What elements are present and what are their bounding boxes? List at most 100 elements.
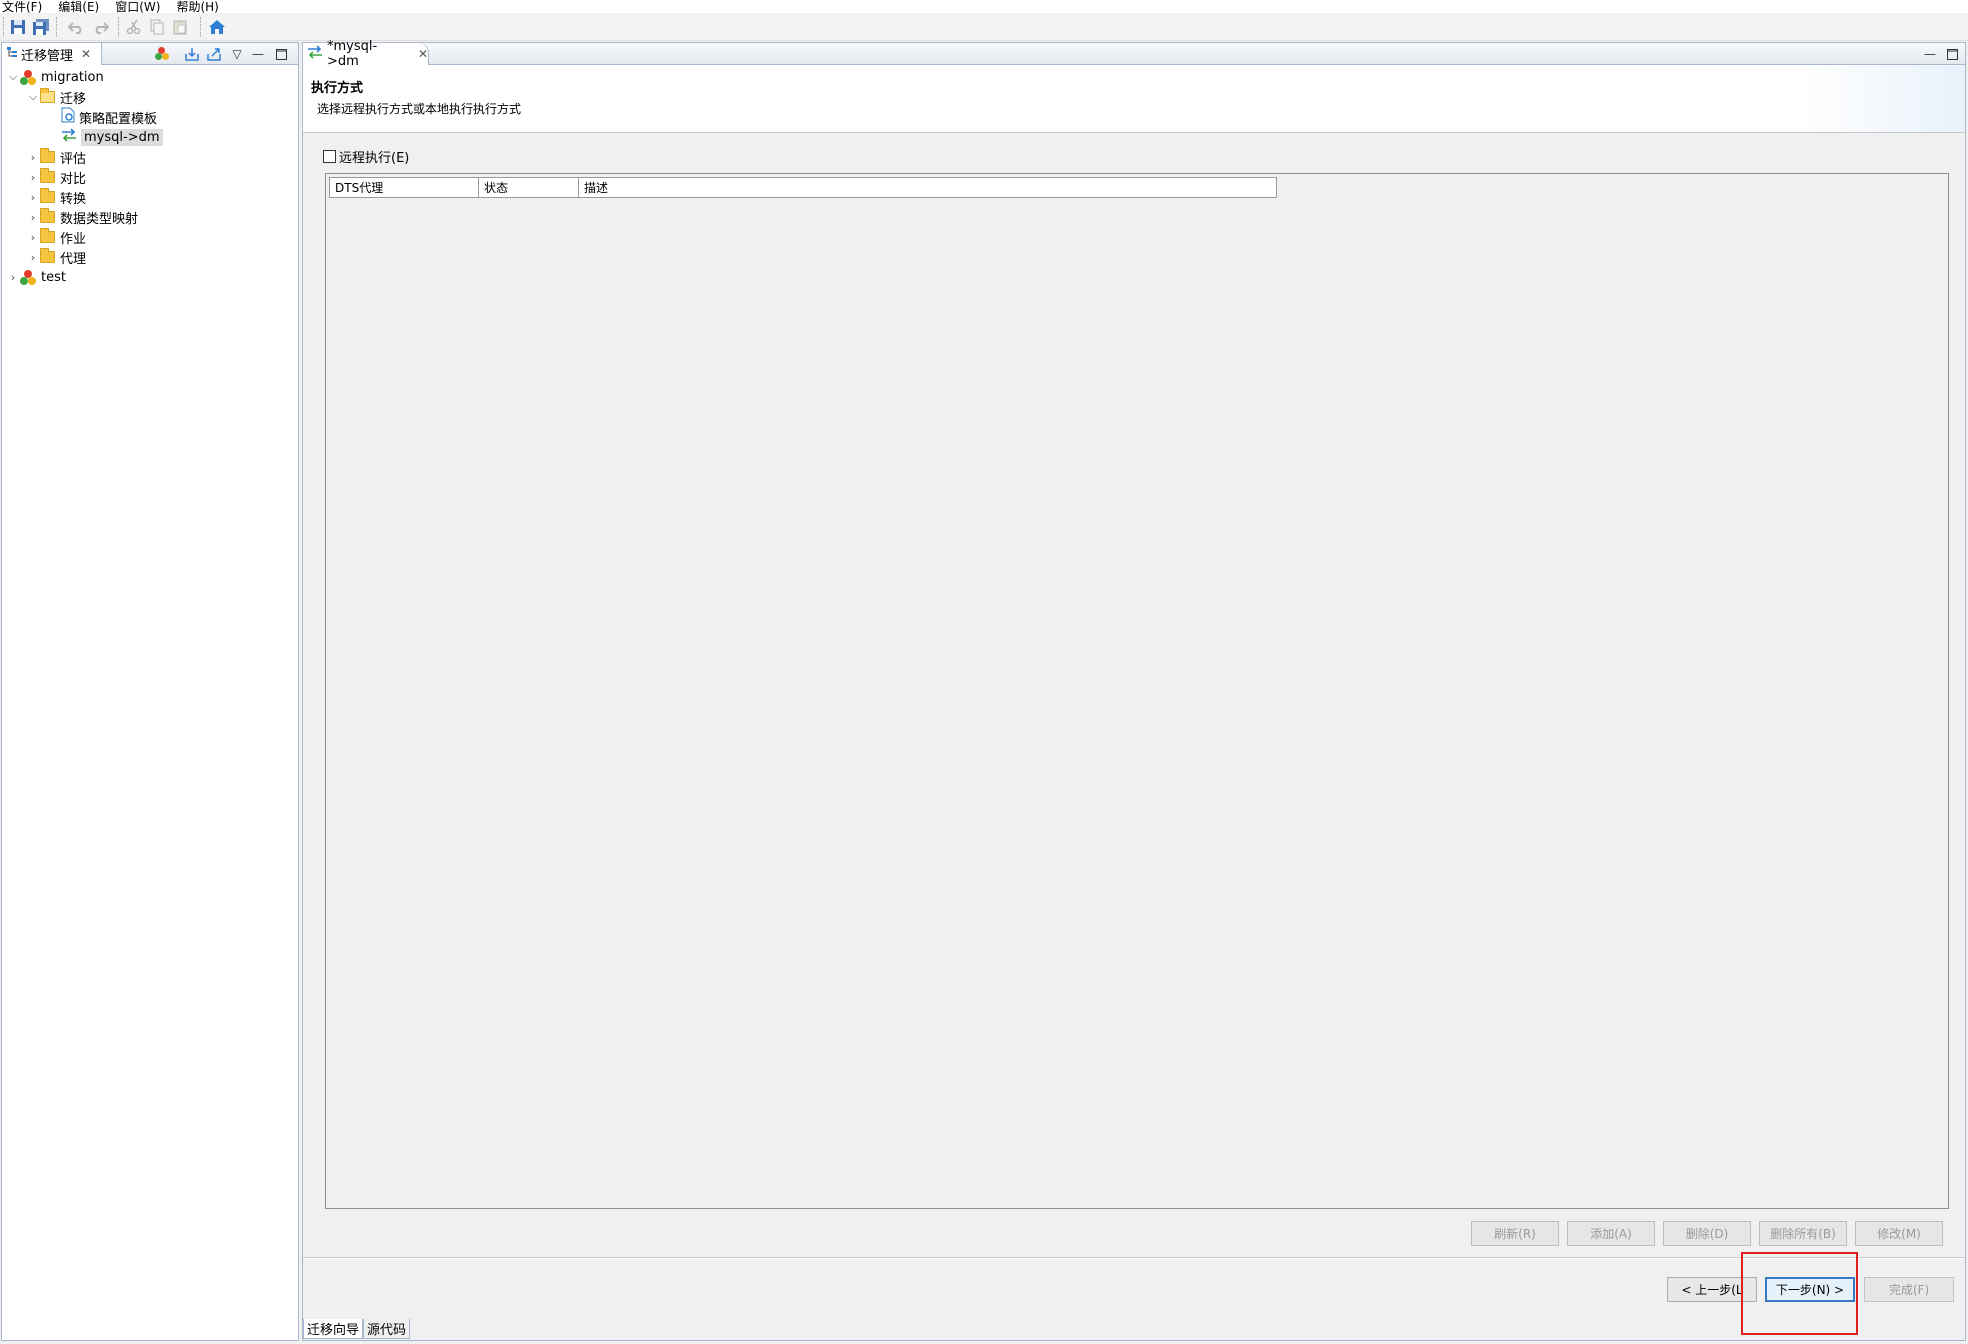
menu-edit[interactable]: 编辑(E) <box>58 1 99 13</box>
tree-node-label: test <box>41 269 66 285</box>
undo-icon[interactable] <box>66 17 86 37</box>
tree-node-label: 作业 <box>60 231 87 247</box>
save-icon[interactable] <box>8 17 28 37</box>
project-icon <box>20 269 36 285</box>
folder-icon <box>40 228 55 243</box>
chevron-right-icon[interactable]: › <box>26 251 40 264</box>
column-header-description[interactable]: 描述 <box>579 177 1277 198</box>
add-button[interactable]: 添加(A) <box>1567 1221 1655 1246</box>
toolbar-separator <box>200 17 201 37</box>
delete-all-button[interactable]: 删除所有(B) <box>1759 1221 1847 1246</box>
save-all-icon[interactable] <box>31 17 51 37</box>
menu-window[interactable]: 窗口(W) <box>115 1 160 13</box>
tree-node-label: 对比 <box>60 171 87 187</box>
tree-node-evaluate[interactable]: › 评估 <box>26 147 86 167</box>
folder-open-icon <box>40 88 55 103</box>
column-header-dts-agent[interactable]: DTS代理 <box>329 177 479 198</box>
tree-node-agents[interactable]: › 代理 <box>26 247 86 267</box>
editor-tab-bar: *mysql->dm ✕ — <box>303 39 1965 69</box>
chevron-right-icon[interactable]: › <box>6 271 20 284</box>
tree-node-convert[interactable]: › 转换 <box>26 187 86 207</box>
folder-icon <box>40 208 55 223</box>
chevron-down-icon[interactable]: ⌵ <box>26 90 40 104</box>
import-icon[interactable] <box>183 45 201 63</box>
template-file-icon <box>61 107 75 127</box>
tree-node-migrate-folder[interactable]: ⌵ 迁移 <box>26 87 86 107</box>
chevron-right-icon[interactable]: › <box>26 211 40 224</box>
menu-help[interactable]: 帮助(H) <box>176 1 218 13</box>
migration-wizard-editor: *mysql->dm ✕ — 执行方式 选择远程执行方式或本地执行执行方式 远程… <box>302 39 1966 1341</box>
chevron-down-icon[interactable]: ⌵ <box>6 70 20 84</box>
folder-icon <box>40 168 55 183</box>
copy-icon[interactable] <box>147 17 167 37</box>
paste-icon[interactable] <box>170 17 190 37</box>
migration-job-icon <box>61 128 77 146</box>
new-project-icon[interactable] <box>153 45 171 63</box>
migration-manager-view: 迁移管理 ✕ ▽ — ⌵ migration ⌵ 迁移 策略配置模板 mysql… <box>1 42 299 1341</box>
home-icon[interactable] <box>207 17 227 37</box>
minimize-icon[interactable]: — <box>1921 45 1939 63</box>
modify-button[interactable]: 修改(M) <box>1855 1221 1943 1246</box>
redo-icon[interactable] <box>91 17 111 37</box>
tree-node-jobs[interactable]: › 作业 <box>26 227 86 247</box>
wizard-header: 执行方式 选择远程执行方式或本地执行执行方式 <box>303 65 1965 133</box>
tree-node-label: 代理 <box>60 251 87 267</box>
tree-node-label: 迁移 <box>60 91 87 107</box>
export-icon[interactable] <box>205 45 223 63</box>
close-icon[interactable]: ✕ <box>81 47 91 61</box>
checkbox-box[interactable] <box>323 150 336 163</box>
folder-icon <box>40 188 55 203</box>
tab-source-code[interactable]: 源代码 <box>363 1319 411 1339</box>
close-icon[interactable]: ✕ <box>418 47 428 61</box>
tree-node-type-mapping[interactable]: › 数据类型映射 <box>26 207 138 227</box>
tree-node-compare[interactable]: › 对比 <box>26 167 86 187</box>
refresh-button[interactable]: 刷新(R) <box>1471 1221 1559 1246</box>
tree-view-icon <box>6 46 18 62</box>
divider <box>303 1257 1965 1259</box>
checkbox-label: 远程执行(E) <box>339 151 410 166</box>
tree-node-label: 评估 <box>60 151 87 167</box>
page-title: 执行方式 <box>311 81 364 96</box>
tab-migration-wizard[interactable]: 迁移向导 <box>303 1319 364 1339</box>
tree-node-mysql-dm[interactable]: mysql->dm <box>61 127 163 147</box>
cut-icon[interactable] <box>124 17 144 37</box>
tree-node-test[interactable]: › test <box>6 267 66 287</box>
menu-bar: 文件(F) 编辑(E) 窗口(W) 帮助(H) <box>0 0 1968 13</box>
main-toolbar <box>0 13 1968 41</box>
toolbar-separator <box>118 17 119 37</box>
tree-node-migration[interactable]: ⌵ migration <box>6 67 104 87</box>
editor-bottom-tabs: 迁移向导 源代码 <box>303 1319 411 1339</box>
highlight-box <box>1741 1252 1858 1335</box>
remote-execution-checkbox[interactable]: 远程执行(E) <box>323 147 409 166</box>
dts-agent-table[interactable]: DTS代理 状态 描述 <box>325 173 1949 1209</box>
page-description: 选择远程执行方式或本地执行执行方式 <box>317 102 522 116</box>
column-header-status[interactable]: 状态 <box>479 177 579 198</box>
menu-file[interactable]: 文件(F) <box>2 1 42 13</box>
chevron-right-icon[interactable]: › <box>26 231 40 244</box>
tree-node-strategy-template[interactable]: 策略配置模板 <box>61 107 157 127</box>
view-menu-icon[interactable]: ▽ <box>228 45 246 63</box>
view-tab-bar: 迁移管理 ✕ ▽ — <box>2 43 298 65</box>
tab-migration-manager[interactable]: 迁移管理 ✕ <box>2 43 102 65</box>
chevron-right-icon[interactable]: › <box>26 171 40 184</box>
tree-node-label: migration <box>41 69 104 85</box>
tree-node-label: 数据类型映射 <box>60 211 139 227</box>
chevron-right-icon[interactable]: › <box>26 191 40 204</box>
maximize-icon[interactable] <box>272 45 290 63</box>
tab-label: 迁移管理 <box>21 48 74 64</box>
project-icon <box>20 69 36 85</box>
chevron-right-icon[interactable]: › <box>26 151 40 164</box>
tree-node-label: mysql->dm <box>81 128 163 146</box>
folder-icon <box>40 148 55 163</box>
tab-mysql-dm[interactable]: *mysql->dm ✕ <box>303 39 429 69</box>
toolbar-separator <box>3 17 4 37</box>
toolbar-separator <box>56 17 57 37</box>
minimize-icon[interactable]: — <box>249 45 267 63</box>
table-header: DTS代理 状态 描述 <box>329 177 1277 198</box>
tree-node-label: 策略配置模板 <box>79 111 158 127</box>
maximize-icon[interactable] <box>1943 45 1961 63</box>
finish-button[interactable]: 完成(F) <box>1864 1277 1954 1302</box>
migration-job-icon <box>307 45 323 63</box>
delete-button[interactable]: 删除(D) <box>1663 1221 1751 1246</box>
folder-icon <box>40 248 55 263</box>
